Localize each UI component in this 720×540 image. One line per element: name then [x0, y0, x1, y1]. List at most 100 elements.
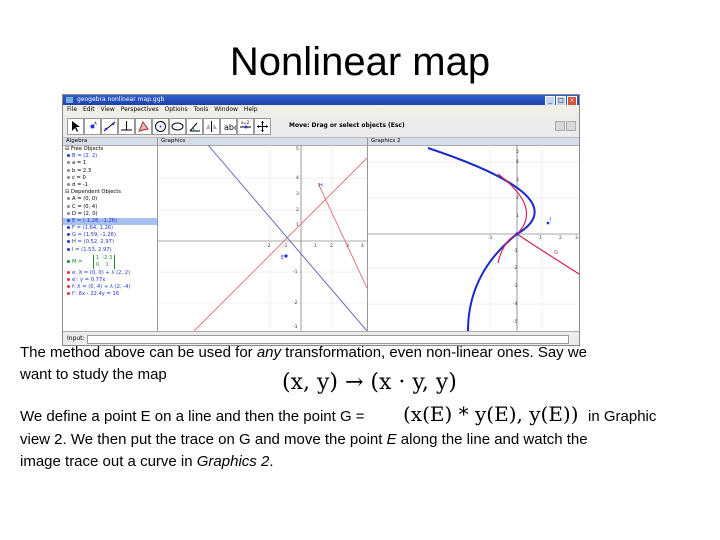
- tick-label: 3: [296, 191, 299, 197]
- tick-label: 1: [296, 222, 299, 228]
- line-e: [193, 157, 367, 331]
- menu-view[interactable]: View: [101, 106, 115, 113]
- text: We define a point E on a line and then t…: [20, 408, 365, 425]
- algebra-item[interactable]: e: X = (0, 0) + λ (2, 2): [63, 270, 157, 277]
- menu-perspectives[interactable]: Perspectives: [121, 106, 159, 113]
- free-objects-header[interactable]: ⊟ Free Objects: [63, 146, 157, 153]
- menu-tools[interactable]: Tools: [194, 106, 209, 113]
- tick-label: -1: [513, 248, 518, 254]
- tick-label: 5: [296, 146, 299, 152]
- algebra-item-text: E = (-1.26, -1.26): [72, 217, 118, 224]
- svg-text:a=2: a=2: [241, 120, 250, 125]
- tick-label: -2: [513, 265, 518, 271]
- emphasis-any: any: [256, 344, 282, 361]
- algebra-item[interactable]: f': 8x - 22.4y = 16: [63, 291, 157, 298]
- slide-title: Nonlinear map: [229, 40, 491, 84]
- algebra-item-text: A = (0, 0): [72, 196, 98, 203]
- algebra-item[interactable]: a = 1: [63, 160, 157, 167]
- algebra-item[interactable]: D = (2, 0): [63, 211, 157, 218]
- matrix-cell: 1: [105, 261, 109, 268]
- tick-label: 2: [559, 235, 562, 241]
- algebra-item-text: C = (0, 4): [72, 203, 98, 210]
- tick-label: -2: [293, 300, 298, 306]
- algebra-item-text: D = (2, 0): [72, 210, 98, 217]
- point-tool-icon[interactable]: A: [84, 118, 101, 135]
- tick-label: 3: [575, 235, 578, 241]
- label-I: I: [550, 217, 551, 223]
- line-tool-icon[interactable]: [101, 118, 118, 135]
- tick-label: 1: [516, 213, 519, 219]
- graphics-view-2[interactable]: Graphics 2 I G -1 1 2 3 5 4 3 2 1 -1 -2 …: [368, 138, 579, 331]
- algebra-item[interactable]: C = (0, 4): [63, 204, 157, 211]
- algebra-item-text: a = 1: [72, 160, 87, 167]
- algebra-item-text: G = (1.59, -1.26): [72, 232, 116, 239]
- algebra-item[interactable]: b = 2.3: [63, 168, 157, 175]
- tick-label: 4: [361, 243, 364, 249]
- algebra-item[interactable]: d = -1: [63, 182, 157, 189]
- tick-label: 4: [296, 175, 299, 181]
- algebra-item[interactable]: B = (2, 2): [63, 153, 157, 160]
- algebra-item-text: H = (0.52, 2.97): [72, 239, 114, 246]
- menu-options[interactable]: Options: [164, 106, 187, 113]
- tick-label: 4: [516, 159, 519, 165]
- text: image trace out a curve in: [20, 453, 197, 470]
- algebra-item[interactable]: I = (1.53, 2.97): [63, 247, 157, 254]
- tick-label: -1: [488, 235, 493, 241]
- tick-label: 2: [296, 207, 299, 213]
- algebra-title: Algebra: [66, 138, 88, 144]
- algebra-item[interactable]: F = (1.64, 1.26): [63, 225, 157, 232]
- tool-help-text: Move: Drag or select objects (Esc): [289, 122, 405, 129]
- conic-tool-icon[interactable]: [169, 118, 186, 135]
- g-formula: (x(E) * y(E), y(E)): [403, 402, 579, 426]
- tick-label: -3: [513, 283, 518, 289]
- red-curve-upper: [497, 173, 579, 275]
- graphics-view-1[interactable]: Graphics H E -2 -1 1 2 3 4 5 4 3 2 1 -1 …: [158, 138, 368, 331]
- text-tool-icon[interactable]: abc: [220, 118, 238, 135]
- menu-edit[interactable]: Edit: [83, 106, 95, 113]
- menu-help[interactable]: Help: [244, 106, 258, 113]
- geogebra-screenshot: geogebra nonlinear map.ggb _ □ × File Ed…: [62, 94, 580, 346]
- tick-label: -3: [293, 324, 298, 330]
- menu-file[interactable]: File: [67, 106, 77, 113]
- reflect-tool-icon[interactable]: [203, 118, 220, 135]
- polygon-tool-icon[interactable]: [135, 118, 152, 135]
- matrix-item[interactable]: M = 1 -2.3 0 1: [63, 254, 157, 270]
- algebra-item[interactable]: e': y = 0.77x: [63, 277, 157, 284]
- svg-text:abc: abc: [224, 123, 236, 132]
- text: .: [269, 453, 274, 470]
- slider-tool-icon[interactable]: a=2: [237, 118, 254, 135]
- graphics-1-canvas[interactable]: H E -2 -1 1 2 3 4 5 4 3 2 1 -1 -2 -3: [158, 138, 367, 331]
- algebra-item-text: e': y = 0.77x: [72, 277, 106, 283]
- label-G: G: [554, 250, 558, 256]
- tick-label: 2: [330, 243, 333, 249]
- matrix-cell: 1: [96, 254, 100, 261]
- algebra-item[interactable]: H = (0.52, 2.97): [63, 239, 157, 246]
- text: view 2. We then put the trace on G and m…: [20, 431, 387, 448]
- undo-icon[interactable]: [555, 121, 565, 131]
- tick-label: 3: [516, 177, 519, 183]
- algebra-item-selected[interactable]: E = (-1.26, -1.26): [63, 217, 157, 226]
- dependent-objects-header[interactable]: ⊟ Dependent Objects: [63, 189, 157, 196]
- paragraph-line-2: want to study the map: [20, 364, 167, 385]
- tick-label: -2: [266, 243, 271, 249]
- emphasis-E: E: [386, 431, 397, 448]
- tick-label: -4: [513, 301, 518, 307]
- move-tool-icon[interactable]: [67, 118, 84, 135]
- paragraph-line-4: view 2. We then put the trace on G and m…: [20, 429, 588, 450]
- algebra-item[interactable]: A = (0, 0): [63, 196, 157, 203]
- algebra-item-text: B = (2, 2): [72, 153, 98, 160]
- angle-tool-icon[interactable]: [186, 118, 203, 135]
- algebra-item[interactable]: c = 0: [63, 175, 157, 182]
- algebra-item-text: I = (1.53, 2.97): [72, 246, 112, 253]
- text: want to study the map: [20, 366, 167, 383]
- circle-tool-icon[interactable]: [152, 118, 169, 135]
- move-view-tool-icon[interactable]: [254, 118, 271, 135]
- algebra-item[interactable]: f: X = (0, 4) + λ (2, -4): [63, 284, 157, 291]
- perpendicular-tool-icon[interactable]: [118, 118, 135, 135]
- redo-icon[interactable]: [566, 121, 576, 131]
- tick-label: -1: [293, 269, 298, 275]
- menu-window[interactable]: Window: [214, 106, 238, 113]
- graphics-2-canvas[interactable]: I G -1 1 2 3 5 4 3 2 1 -1 -2 -3 -4 -5: [368, 138, 579, 331]
- paragraph-line-3: We define a point E on a line and then t…: [20, 406, 365, 427]
- algebra-item[interactable]: G = (1.59, -1.26): [63, 232, 157, 239]
